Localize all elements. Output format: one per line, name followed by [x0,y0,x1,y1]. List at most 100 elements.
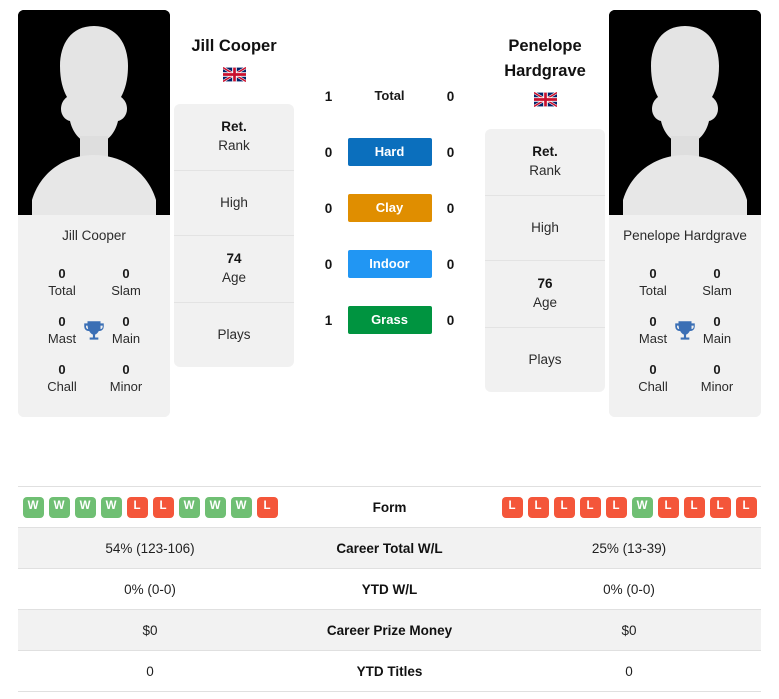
left-player-name[interactable]: Jill Cooper [191,34,276,59]
comparison-right-value: 0 [625,663,633,679]
surface-badge-grass[interactable]: Grass [347,306,432,334]
comparison-row: 0% (0-0) YTD W/L 0% (0-0) [18,569,761,610]
comparison-right-value: $0 [621,622,637,638]
united-kingdom-flag-icon [222,67,246,82]
right-player-info-column: Penelope Hardgrave Ret. Rank High 76 Age… [481,10,609,392]
stat-main: 0 Main [702,314,732,346]
right-player-titles-stats: 0 Total 0 Slam 0 Mast 0 Main 0 Chall 0 M… [609,257,761,417]
comparison-row: 54% (123-106) Career Total W/L 25% (13-39) [18,528,761,569]
form-badge-loss[interactable]: L [683,496,705,518]
surface-badge-clay[interactable]: Clay [347,194,432,222]
surface-badge-indoor[interactable]: Indoor [347,250,432,278]
right-player-photo-caption: Penelope Hardgrave [609,215,761,257]
h2h-left-score: 0 [324,256,333,272]
left-player-info-column: Jill Cooper Ret. Rank High 74 Age Plays [170,10,298,367]
h2h-row-hard: 0 Hard 0 [314,124,466,180]
titles-row-total-slam: 0 Total 0 Slam [24,259,164,307]
comparison-row-label: Career Total W/L [336,540,443,556]
form-badge-win[interactable]: W [48,496,70,518]
right-info-plays: Plays [528,352,562,367]
right-form-strip: LLLLLWLLLL [501,496,757,518]
players-comparison-header: Jill Cooper 0 Total 0 Slam 0 Mast 0 Main… [0,0,779,476]
left-info-plays: Plays [217,327,251,342]
united-kingdom-flag-icon [533,92,557,107]
comparison-row: $0 Career Prize Money $0 [18,610,761,651]
form-badge-loss[interactable]: L [501,496,523,518]
left-form-strip: WWWWLLWWWL [22,496,278,518]
h2h-left-score: 0 [324,200,333,216]
player-silhouette-icon [609,10,761,215]
form-badge-loss[interactable]: L [553,496,575,518]
stat-total: 0 Total [639,266,667,298]
form-badge-win[interactable]: W [74,496,96,518]
h2h-right-score: 0 [446,312,455,328]
comparison-left-value: 0% (0-0) [124,581,176,597]
h2h-left-score: 0 [324,144,333,160]
form-badge-loss[interactable]: L [256,496,278,518]
player-silhouette-icon [18,10,170,215]
form-badge-win[interactable]: W [230,496,252,518]
right-info-rank: Ret. Rank [485,129,605,196]
right-player-photo [609,10,761,215]
h2h-total-label: Total [374,88,405,103]
titles-row-total-slam: 0 Total 0 Slam [615,259,755,307]
form-badge-loss[interactable]: L [735,496,757,518]
left-player-titles-stats: 0 Total 0 Slam 0 Mast 0 Main 0 Chall 0 M… [18,257,170,417]
stat-minor: 0 Minor [109,362,143,394]
comparison-left-value: $0 [142,622,158,638]
h2h-label-cell: Indoor [344,250,436,278]
stat-main: 0 Main [111,314,141,346]
form-badge-loss[interactable]: L [579,496,601,518]
h2h-label-cell: Hard [344,138,436,166]
form-badge-loss[interactable]: L [126,496,148,518]
comparison-table: W W W W L L W W W L Form L L L L L W L L L L 54% (123-106) Car… [18,486,761,692]
h2h-left-score: 1 [324,312,333,328]
titles-row-chall-minor: 0 Chall 0 Minor [615,355,755,403]
comparison-row-label: YTD Titles [356,663,423,679]
left-player-info-card: Ret. Rank High 74 Age Plays [174,104,294,367]
left-player-card[interactable]: Jill Cooper 0 Total 0 Slam 0 Mast 0 Main… [18,10,170,417]
head-to-head-page: Jill Cooper 0 Total 0 Slam 0 Mast 0 Main… [0,0,779,699]
stat-chall: 0 Chall [47,362,77,394]
form-badge-win[interactable]: W [631,496,653,518]
right-player-name[interactable]: Penelope Hardgrave [481,34,609,84]
h2h-label-cell: Total [344,87,436,105]
form-badge-win[interactable]: W [100,496,122,518]
trophy-icon [84,321,104,340]
comparison-right-value: 0% (0-0) [603,581,655,597]
stat-slam: 0 Slam [702,266,732,298]
h2h-right-score: 0 [446,200,455,216]
form-badge-loss[interactable]: L [152,496,174,518]
head-to-head-column: 1 Total 0 0 Hard 0 0 Clay 0 0 Indoor 0 1 Grass 0 [298,10,481,348]
right-info-age: 76 Age [485,261,605,328]
h2h-row-grass: 1 Grass 0 [314,292,466,348]
stat-minor: 0 Minor [700,362,734,394]
comparison-row-label: Form [372,499,407,515]
surface-badge-hard[interactable]: Hard [347,138,432,166]
stat-total: 0 Total [48,266,76,298]
comparison-row-label: Career Prize Money [326,622,453,638]
form-badge-win[interactable]: W [178,496,200,518]
form-badge-loss[interactable]: L [709,496,731,518]
right-player-info-card: Ret. Rank High 76 Age Plays [485,129,605,392]
form-badge-loss[interactable]: L [527,496,549,518]
comparison-row: W W W W L L W W W L Form L L L L L W L L L L [18,487,761,528]
form-badge-loss[interactable]: L [605,496,627,518]
left-info-high: High [174,171,294,236]
h2h-row-total: 1 Total 0 [314,68,466,124]
comparison-left-value: WWWWLLWWWL [18,491,282,524]
titles-row-mast-main: 0 Mast 0 Main [24,307,164,355]
form-badge-loss[interactable]: L [657,496,679,518]
left-player-photo [18,10,170,215]
form-badge-win[interactable]: W [204,496,226,518]
comparison-right-value: LLLLLWLLLL [497,491,761,524]
h2h-row-clay: 0 Clay 0 [314,180,466,236]
left-player-photo-caption: Jill Cooper [18,215,170,257]
h2h-row-indoor: 0 Indoor 0 [314,236,466,292]
stat-slam: 0 Slam [111,266,141,298]
form-badge-win[interactable]: W [22,496,44,518]
trophy-icon [675,321,695,340]
right-player-card[interactable]: Penelope Hardgrave 0 Total 0 Slam 0 Mast… [609,10,761,417]
h2h-label-cell: Clay [344,194,436,222]
stat-chall: 0 Chall [638,362,668,394]
